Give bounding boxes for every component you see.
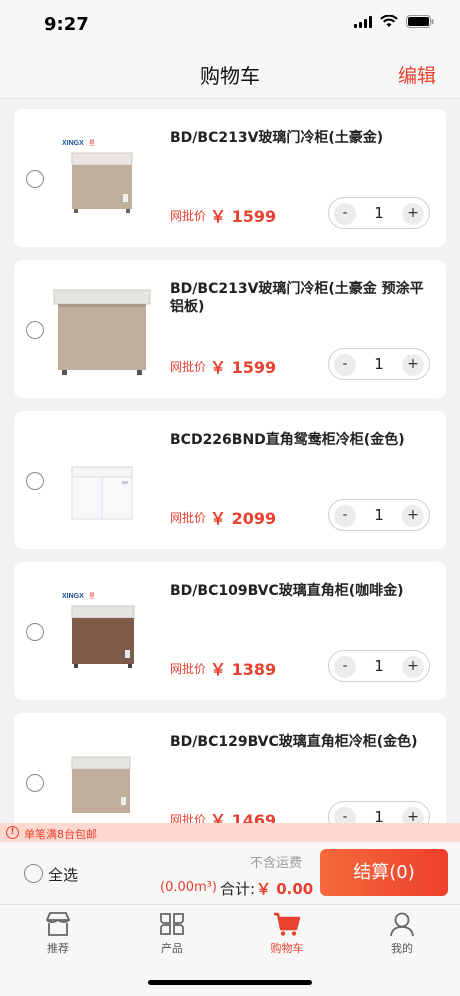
product-image[interactable] (52, 731, 162, 823)
tab-recommend[interactable]: 推荐 (28, 911, 88, 963)
tab-bar: 推荐 产品 购物车 我的 (0, 905, 460, 996)
tab-mine[interactable]: 我的 (372, 911, 432, 963)
price-label: 网批价 (170, 813, 207, 823)
product-price: ￥ 1599 (210, 358, 277, 377)
svg-text:星: 星 (89, 593, 95, 600)
free-shipping-notice: ! 单笔满8台包邮 (0, 823, 460, 842)
increase-button[interactable]: + (402, 807, 424, 823)
checkout-bar: 全选 不含运费 (0.00m³) 合计: ￥ 0.00 结算(0) (0, 842, 460, 905)
quantity-stepper: - 1 + (328, 197, 430, 229)
product-name[interactable]: BD/BC213V玻璃门冷柜(土豪金 预涂平铝板) (170, 280, 432, 316)
product-name[interactable]: BD/BC129BVC玻璃直角柜冷柜(金色) (170, 733, 432, 751)
brand-logo: XINGX (62, 140, 84, 147)
increase-button[interactable]: + (402, 354, 424, 376)
shipping-note: 不含运费 (249, 856, 302, 871)
select-all-radio[interactable] (24, 864, 43, 883)
svg-text:星: 星 (89, 140, 95, 147)
status-bar: 9:27 (0, 0, 460, 50)
quantity-stepper: - 1 + (328, 650, 430, 682)
cart-item[interactable]: BD/BC129BVC玻璃直角柜冷柜(金色) 网批价 ￥ 1469 - 1 + (14, 713, 446, 823)
price-label: 网批价 (170, 511, 207, 525)
cart-item[interactable]: BCD226BND直角鸳鸯柜冷柜(金色) 网批价 ￥ 2099 - 1 + (14, 411, 446, 549)
total-value: ￥ 0.00 (256, 880, 314, 898)
signal-icon (354, 15, 372, 28)
brand-logo: XINGX (62, 593, 84, 600)
product-image[interactable]: XINGX 星 (52, 580, 162, 684)
status-time: 9:27 (44, 14, 89, 35)
tab-label: 推荐 (47, 942, 69, 955)
cart-item[interactable]: XINGX 星 BD/BC213V玻璃门冷柜(土豪金) 网批价 ￥ 1599 -… (14, 109, 446, 247)
product-price: ￥ 1389 (210, 660, 277, 679)
product-name[interactable]: BD/BC213V玻璃门冷柜(土豪金) (170, 129, 432, 147)
total-volume: (0.00m³) (160, 880, 217, 895)
total-label: 合计: (220, 880, 256, 898)
product-price: ￥ 1599 (210, 207, 277, 226)
tab-products[interactable]: 产品 (142, 911, 202, 963)
increase-button[interactable]: + (402, 505, 424, 527)
product-name[interactable]: BCD226BND直角鸳鸯柜冷柜(金色) (170, 431, 432, 449)
notice-text: 单笔满8台包邮 (24, 828, 97, 841)
item-select-radio[interactable] (26, 472, 44, 490)
page-title: 购物车 (200, 64, 260, 88)
product-price: ￥ 1469 (210, 811, 277, 823)
price-label: 网批价 (170, 360, 207, 374)
product-price: ￥ 2099 (210, 509, 277, 528)
select-all-label[interactable]: 全选 (48, 864, 78, 885)
tab-cart[interactable]: 购物车 (257, 911, 317, 963)
product-image[interactable] (52, 429, 162, 533)
increase-button[interactable]: + (402, 203, 424, 225)
wifi-icon (380, 15, 398, 27)
product-name[interactable]: BD/BC109BVC玻璃直角柜(咖啡金) (170, 582, 432, 600)
quantity-stepper: - 1 + (328, 348, 430, 380)
item-select-radio[interactable] (26, 321, 44, 339)
quantity-stepper: - 1 + (328, 499, 430, 531)
info-icon: ! (6, 826, 19, 839)
home-indicator (148, 980, 312, 985)
cart-list[interactable]: XINGX 星 BD/BC213V玻璃门冷柜(土豪金) 网批价 ￥ 1599 -… (0, 99, 460, 823)
item-select-radio[interactable] (26, 170, 44, 188)
tab-label: 购物车 (270, 942, 304, 955)
product-image[interactable]: XINGX 星 (52, 127, 162, 231)
nav-bar: 购物车 编辑 (0, 50, 460, 99)
cart-icon (274, 912, 301, 936)
increase-button[interactable]: + (402, 656, 424, 678)
edit-button[interactable]: 编辑 (398, 61, 436, 88)
cart-item[interactable]: BD/BC213V玻璃门冷柜(土豪金 预涂平铝板) 网批价 ￥ 1599 - 1… (14, 260, 446, 398)
user-icon (390, 912, 414, 937)
status-icons (354, 15, 434, 28)
battery-icon (406, 15, 434, 28)
grid-icon (160, 913, 184, 935)
shop-icon (46, 912, 70, 936)
cart-item[interactable]: XINGX 星 BD/BC109BVC玻璃直角柜(咖啡金) 网批价 ￥ 1389… (14, 562, 446, 700)
checkout-button[interactable]: 结算(0) (320, 849, 448, 896)
item-select-radio[interactable] (26, 774, 44, 792)
price-label: 网批价 (170, 662, 207, 676)
tab-label: 我的 (391, 942, 413, 955)
product-image[interactable] (52, 278, 162, 382)
item-select-radio[interactable] (26, 623, 44, 641)
quantity-stepper: - 1 + (328, 801, 430, 823)
tab-label: 产品 (161, 942, 183, 955)
price-label: 网批价 (170, 209, 207, 223)
